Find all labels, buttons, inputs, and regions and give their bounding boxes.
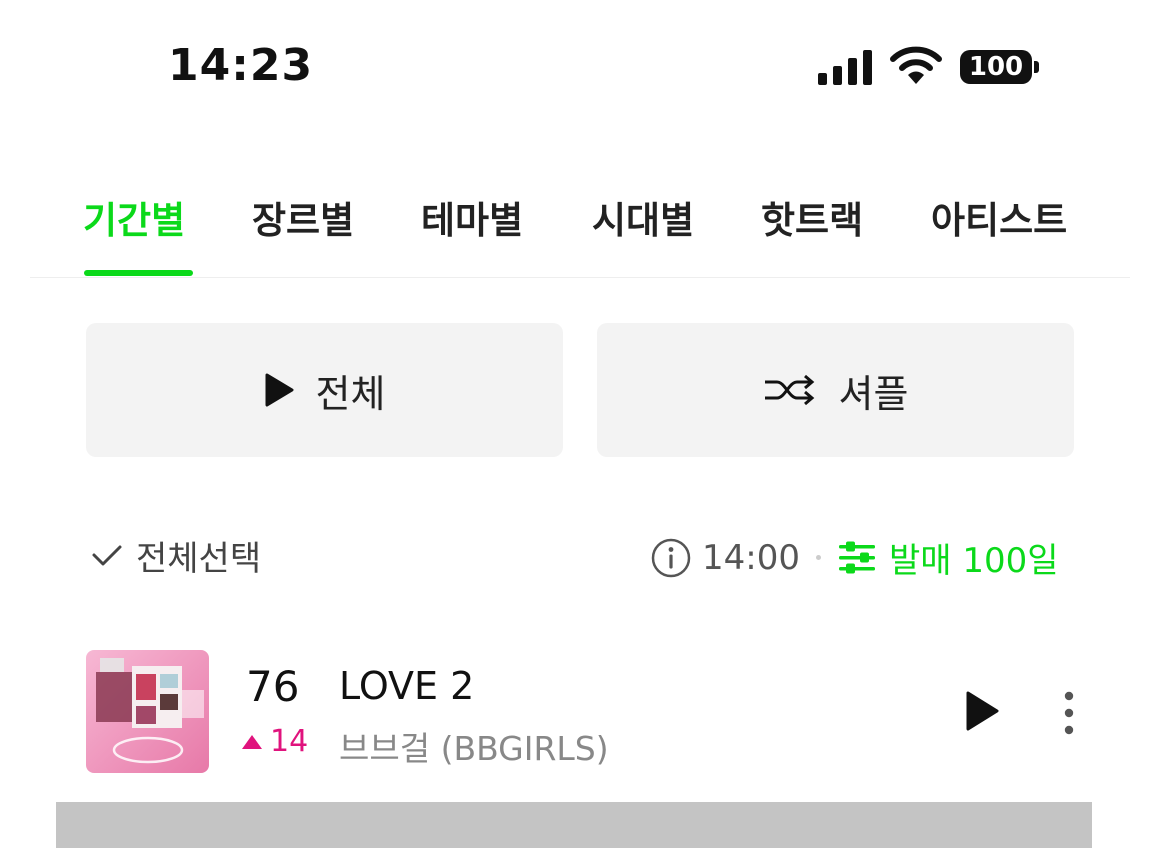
- song-play-icon[interactable]: [964, 690, 1000, 732]
- song-title[interactable]: LOVE 2: [339, 664, 474, 708]
- battery-cap: [1034, 61, 1039, 73]
- tab-hot-track[interactable]: 핫트랙: [761, 190, 863, 244]
- checkmark-icon: [92, 545, 122, 565]
- select-all-button[interactable]: 전체선택: [90, 531, 261, 580]
- shuffle-icon: [764, 374, 814, 406]
- wifi-icon: [890, 46, 942, 84]
- more-options-icon[interactable]: [1062, 690, 1076, 736]
- arrow-up-icon: [242, 734, 262, 749]
- song-rank: 76: [246, 662, 300, 711]
- rank-change-value: 14: [270, 724, 309, 759]
- battery-indicator: 100: [960, 50, 1032, 84]
- bottom-banner[interactable]: [56, 802, 1092, 848]
- tab-genre[interactable]: 장르별: [252, 190, 354, 244]
- filter-icon: [838, 541, 875, 573]
- chart-info-row: 14:00 발매 100일: [650, 533, 1059, 582]
- tab-divider: [30, 277, 1130, 278]
- album-art[interactable]: [86, 650, 209, 773]
- shuffle-label: 셔플: [838, 371, 909, 416]
- status-time: 14:23: [168, 40, 314, 91]
- rank-change: 14: [240, 724, 308, 759]
- active-tab-indicator: [84, 270, 193, 276]
- signal-bars-icon: [818, 49, 874, 85]
- tab-era[interactable]: 시대별: [592, 190, 694, 244]
- info-icon[interactable]: [650, 537, 692, 579]
- play-all-label: 전체: [315, 371, 386, 416]
- play-all-button[interactable]: 전체: [86, 323, 563, 457]
- song-artist[interactable]: 브브걸 (BBGIRLS): [339, 722, 609, 770]
- play-icon: [265, 373, 294, 407]
- tab-artist[interactable]: 아티스트: [931, 190, 1067, 244]
- tab-period[interactable]: 기간별: [83, 190, 185, 244]
- release-filter-button[interactable]: 발매 100일: [889, 533, 1059, 582]
- chart-update-time: 14:00: [702, 537, 800, 578]
- tab-theme[interactable]: 테마별: [421, 190, 523, 244]
- shuffle-button[interactable]: 셔플: [597, 323, 1074, 457]
- select-all-label: 전체선택: [136, 539, 262, 579]
- battery-level: 100: [968, 52, 1024, 82]
- separator-dot: [815, 555, 821, 560]
